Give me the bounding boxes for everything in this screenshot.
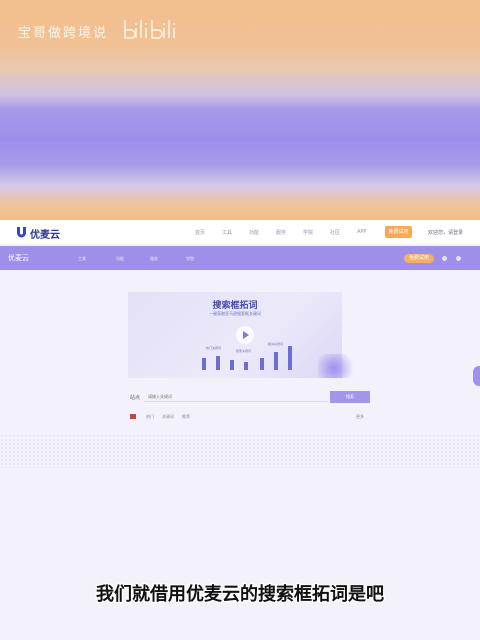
youmaiyun-logo-icon[interactable] bbox=[16, 226, 27, 238]
tool-free-trial-button[interactable]: 免费试用 bbox=[404, 254, 434, 263]
site-selector[interactable]: 站点 bbox=[130, 394, 140, 401]
hero-banner: 搜索框拓词 一键获取亚马逊搜索框关键词 热门关键词 搜索关键词 相关关键词 bbox=[128, 292, 358, 378]
decorative-blob bbox=[318, 354, 358, 378]
illustration-bar bbox=[274, 352, 278, 370]
hint-tag[interactable]: 推荐 bbox=[182, 414, 190, 420]
nav-link-app[interactable]: APP bbox=[357, 229, 366, 235]
hint-tag[interactable]: 热门 bbox=[146, 414, 154, 420]
floating-help-tab[interactable] bbox=[473, 366, 480, 386]
illustration-bar bbox=[202, 358, 206, 370]
keyword-search-input[interactable] bbox=[144, 392, 328, 402]
hint-tag[interactable]: 关键词 bbox=[162, 414, 174, 420]
nav-link-home[interactable]: 首页 bbox=[195, 229, 205, 236]
hero-title: 搜索框拓词 bbox=[212, 301, 258, 311]
dotted-divider bbox=[0, 434, 480, 468]
illustration-bar bbox=[244, 362, 248, 370]
tool-header-logo[interactable]: 优麦云 bbox=[8, 253, 29, 263]
play-icon bbox=[243, 331, 249, 339]
illustration-bar bbox=[230, 360, 234, 370]
illustration-bar bbox=[288, 346, 292, 370]
hero-label: 搜索关键词 bbox=[236, 349, 252, 353]
more-link[interactable]: 更多 bbox=[356, 414, 364, 420]
hero-label: 相关关键词 bbox=[268, 342, 284, 346]
login-link[interactable]: 欢迎您，请登录 bbox=[428, 229, 463, 236]
play-video-button[interactable] bbox=[236, 326, 254, 344]
tool-link-tools[interactable]: 工具 bbox=[78, 256, 86, 262]
free-trial-button[interactable]: 免费试用 bbox=[385, 226, 412, 238]
user-avatar[interactable] bbox=[456, 256, 461, 261]
tool-link-service[interactable]: 服务 bbox=[150, 256, 158, 262]
illustration-bar bbox=[260, 358, 264, 370]
illustration-bar bbox=[216, 356, 220, 370]
nav-link-academy[interactable]: 学院 bbox=[303, 229, 313, 236]
message-icon[interactable] bbox=[442, 256, 447, 261]
nav-link-service[interactable]: 服务 bbox=[276, 229, 286, 236]
us-flag-icon bbox=[130, 414, 136, 419]
tool-link-features[interactable]: 功能 bbox=[116, 256, 124, 262]
hero-label: 热门关键词 bbox=[206, 346, 222, 350]
site-logo-text[interactable]: 优麦云 bbox=[30, 226, 60, 241]
video-subtitle: 我们就借用优麦云的搜索框拓词是吧 bbox=[96, 584, 384, 605]
nav-link-community[interactable]: 社区 bbox=[330, 229, 340, 236]
nav-link-tools[interactable]: 工具 bbox=[222, 229, 232, 236]
channel-watermark: 宝哥做跨境说 bbox=[18, 26, 109, 41]
hero-subtitle: 一键获取亚马逊搜索框关键词 bbox=[209, 311, 261, 316]
bilibili-logo-icon bbox=[124, 20, 175, 39]
nav-link-features[interactable]: 功能 bbox=[249, 229, 259, 236]
search-button[interactable]: 搜索 bbox=[330, 391, 370, 403]
tool-link-academy[interactable]: 学院 bbox=[186, 256, 194, 262]
